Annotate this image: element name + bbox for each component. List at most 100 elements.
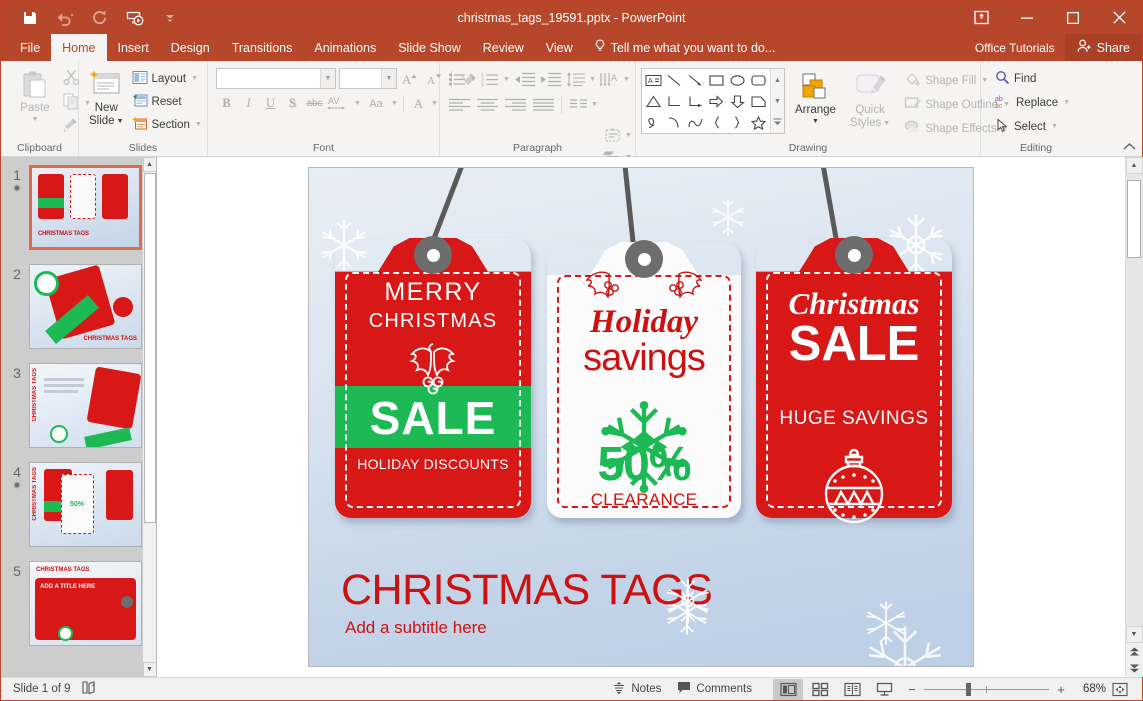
bullets-caret-icon[interactable]: ▼	[469, 76, 478, 83]
replace-caret-icon[interactable]: ▼	[1062, 99, 1071, 106]
tab-animations[interactable]: Animations	[303, 34, 387, 61]
canvas-vertical-scrollbar[interactable]: ▲ ▼	[1125, 157, 1143, 677]
minimize-icon[interactable]	[1004, 1, 1050, 34]
columns-caret-icon[interactable]: ▼	[590, 101, 599, 108]
text-direction-caret-icon[interactable]: ▼	[622, 76, 631, 83]
thumbnail-scrollbar[interactable]: ▲ ▼	[142, 157, 156, 677]
canvas-scroll-thumb[interactable]	[1126, 180, 1141, 258]
numbering-caret-icon[interactable]: ▼	[502, 76, 511, 83]
next-slide-icon[interactable]	[1125, 660, 1143, 677]
tag-merry-christmas[interactable]: MERRY CHRISTMAS SALE HOLIDAY DISCOUNTS	[335, 236, 531, 518]
tab-slide-show[interactable]: Slide Show	[387, 34, 472, 61]
line-spacing-caret-icon[interactable]: ▼	[588, 76, 597, 83]
thumbnail-slide-3[interactable]: 3 CHRISTMAS TAGS	[1, 363, 142, 448]
increase-indent-icon[interactable]	[538, 69, 563, 90]
shape-arc-icon[interactable]	[664, 112, 685, 133]
tab-insert[interactable]: Insert	[107, 34, 160, 61]
zoom-in-button[interactable]: +	[1056, 682, 1066, 697]
section-caret-icon[interactable]: ▼	[194, 121, 203, 128]
thumbnail-image[interactable]: CHRISTMAS TAGS ADD A TITLE HERE	[29, 561, 142, 646]
text-direction-icon[interactable]: A	[598, 69, 621, 90]
shape-elbow-arrow-connector-icon[interactable]	[685, 91, 706, 112]
justify-icon[interactable]	[530, 94, 557, 115]
shape-scribble-icon[interactable]	[643, 112, 664, 133]
gallery-more-icon[interactable]	[771, 112, 784, 132]
section-button[interactable]: Section ▼	[128, 114, 207, 135]
replace-button[interactable]: ab ac Replace ▼	[991, 92, 1075, 113]
canvas-scroll-track[interactable]	[1125, 174, 1143, 626]
fit-slide-icon[interactable]	[1108, 679, 1132, 700]
select-caret-icon[interactable]: ▼	[1050, 123, 1059, 130]
tab-design[interactable]: Design	[160, 34, 221, 61]
character-spacing-button[interactable]: AV	[326, 93, 352, 114]
tab-view[interactable]: View	[535, 34, 584, 61]
animation-star-icon[interactable]: ✷	[5, 183, 29, 195]
italic-button[interactable]: I	[238, 93, 259, 114]
thumbnail-image[interactable]: CHRISTMAS TAGS	[29, 264, 142, 349]
zoom-handle[interactable]	[966, 682, 971, 696]
align-text-icon[interactable]	[601, 125, 624, 146]
gallery-scroll-down-icon[interactable]: ▼	[771, 91, 784, 111]
arrange-button[interactable]: Arrange ▼	[791, 68, 840, 127]
thumbnail-image[interactable]: CHRISTMAS TAGS	[29, 363, 142, 448]
thumbnail-slide-1[interactable]: 1 ✷ CHRISTMAS TAGS	[1, 165, 142, 250]
zoom-track[interactable]	[924, 682, 1049, 696]
font-size-input[interactable]: ▼	[339, 68, 397, 89]
shapes-gallery-scroll[interactable]: ▲ ▼	[770, 69, 784, 133]
paste-button[interactable]: Paste ▼	[9, 66, 61, 125]
align-text-caret-icon[interactable]: ▼	[624, 132, 633, 139]
new-slide-caret-icon[interactable]: ▼	[117, 115, 124, 128]
quick-styles-button[interactable]: Quick Styles ▼	[846, 68, 894, 132]
font-name-input[interactable]: ▼	[216, 68, 336, 89]
shape-star-icon[interactable]	[748, 112, 769, 133]
normal-view-button[interactable]	[773, 678, 803, 700]
new-slide-button[interactable]: New Slide ▼	[85, 66, 128, 130]
character-spacing-caret-icon[interactable]: ▼	[353, 100, 362, 107]
paste-caret-icon[interactable]: ▼	[32, 116, 39, 123]
reading-view-button[interactable]	[837, 679, 867, 700]
align-right-icon[interactable]	[502, 94, 529, 115]
thumbnail-slide-5[interactable]: 5 CHRISTMAS TAGS ADD A TITLE HERE	[1, 561, 142, 646]
share-button[interactable]: Share	[1064, 34, 1142, 61]
font-name-dropdown-icon[interactable]: ▼	[320, 69, 335, 88]
quick-styles-caret-icon[interactable]: ▼	[883, 117, 890, 130]
shapes-gallery[interactable]: A ▲ ▼	[641, 68, 785, 134]
shape-right-arrow-icon[interactable]	[706, 91, 727, 112]
thumbnail-scroll-up-icon[interactable]: ▲	[142, 157, 156, 172]
ribbon-display-options-icon[interactable]	[958, 1, 1004, 34]
bold-button[interactable]: B	[216, 93, 237, 114]
zoom-out-button[interactable]: −	[907, 682, 917, 697]
slide-title[interactable]: CHRISTMAS TAGS	[341, 566, 713, 615]
undo-icon[interactable]	[54, 7, 76, 29]
slide-counter[interactable]: Slide 1 of 9	[13, 683, 71, 695]
shape-right-brace-icon[interactable]	[727, 112, 748, 133]
shape-textbox-icon[interactable]: A	[643, 70, 664, 91]
align-center-icon[interactable]	[474, 94, 501, 115]
slide-subtitle[interactable]: Add a subtitle here	[345, 618, 487, 638]
animation-star-icon[interactable]: ✷	[5, 480, 29, 492]
zoom-level[interactable]: 68%	[1074, 683, 1106, 695]
shape-rounded-rectangle-icon[interactable]	[748, 70, 769, 91]
font-size-dropdown-icon[interactable]: ▼	[381, 69, 396, 88]
arrange-caret-icon[interactable]: ▼	[812, 118, 819, 125]
change-case-caret-icon[interactable]: ▼	[390, 100, 399, 107]
tab-review[interactable]: Review	[472, 34, 535, 61]
accessibility-checker-icon[interactable]	[81, 680, 97, 698]
thumbnail-scroll-thumb[interactable]	[143, 173, 156, 523]
maximize-icon[interactable]	[1050, 1, 1096, 34]
shape-elbow-connector-icon[interactable]	[664, 91, 685, 112]
text-shadow-button[interactable]: S	[282, 93, 303, 114]
gallery-scroll-up-icon[interactable]: ▲	[771, 70, 784, 90]
tab-file[interactable]: File	[9, 34, 52, 61]
tab-transitions[interactable]: Transitions	[221, 34, 304, 61]
office-tutorials-link[interactable]: Office Tutorials	[965, 41, 1065, 55]
shape-line-icon[interactable]	[664, 70, 685, 91]
layout-caret-icon[interactable]: ▼	[190, 75, 199, 82]
collapse-ribbon-icon[interactable]	[1123, 142, 1136, 154]
comments-button[interactable]: Comments	[670, 679, 759, 700]
slide-show-view-button[interactable]	[869, 679, 899, 700]
zoom-slider[interactable]: − +	[907, 682, 1066, 697]
save-icon[interactable]	[19, 7, 41, 29]
underline-button[interactable]: U	[260, 93, 281, 114]
numbering-icon[interactable]: 123	[479, 69, 501, 90]
